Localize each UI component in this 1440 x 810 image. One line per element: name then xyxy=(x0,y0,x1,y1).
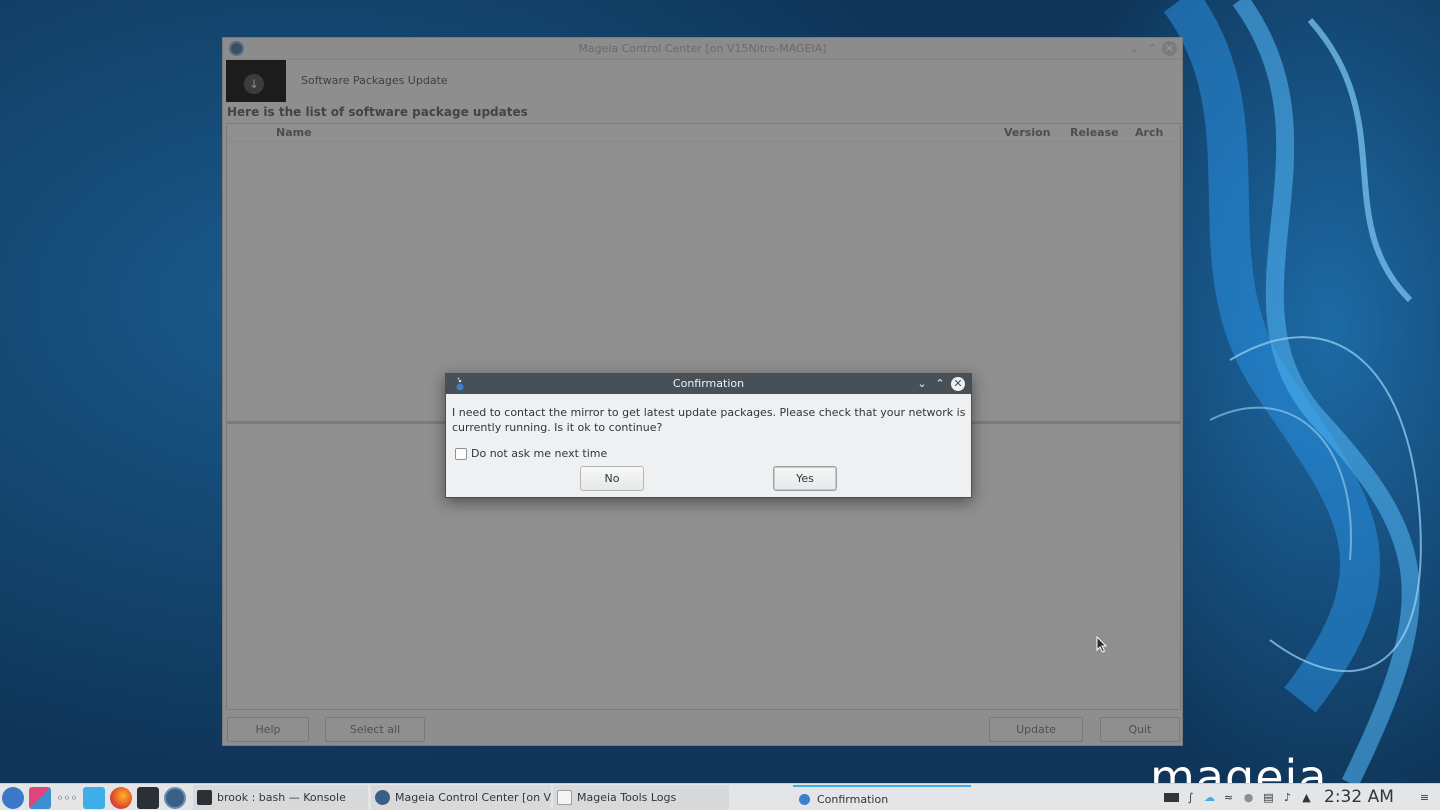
more-icon[interactable]: ◦◦◦ xyxy=(56,787,78,809)
task-label: Confirmation xyxy=(817,793,889,806)
task-mageia-tools-logs[interactable]: Mageia Tools Logs xyxy=(553,785,729,810)
quit-button[interactable]: Quit xyxy=(1100,717,1180,742)
mageia-menu-icon[interactable] xyxy=(2,787,24,809)
banner: ↓ Software Packages Update xyxy=(223,60,1182,102)
column-header-name[interactable]: Name xyxy=(276,126,312,139)
table-header: Name Version Release Arch xyxy=(227,124,1180,142)
task-confirmation[interactable]: Confirmation xyxy=(793,785,971,810)
dialog-title: Confirmation xyxy=(672,377,745,390)
dialog-maximize-icon[interactable]: ⌃ xyxy=(932,376,948,392)
tray-expand-icon[interactable]: ▲ xyxy=(1300,791,1313,804)
update-button[interactable]: Update xyxy=(989,717,1083,742)
terminal-icon xyxy=(197,790,212,805)
terminal-icon[interactable] xyxy=(137,787,159,809)
column-header-arch[interactable]: Arch xyxy=(1135,126,1163,139)
wifi-icon[interactable]: ≈ xyxy=(1222,791,1235,804)
mageia-control-center-icon xyxy=(375,790,390,805)
bluetooth-icon[interactable]: ∫ xyxy=(1184,791,1197,804)
control-center-icon[interactable] xyxy=(164,787,186,809)
task-label: Mageia Control Center [on V... xyxy=(395,791,551,804)
list-heading: Here is the list of software package upd… xyxy=(227,105,528,119)
column-header-release[interactable]: Release xyxy=(1070,126,1119,139)
dont-ask-again-checkbox[interactable] xyxy=(455,448,467,460)
download-banner-icon: ↓ xyxy=(226,60,294,102)
dialog-message: I need to contact the mirror to get late… xyxy=(452,406,966,434)
maximize-icon[interactable]: ⌃ xyxy=(1145,41,1160,56)
file-manager-icon[interactable] xyxy=(83,787,105,809)
panel-settings-icon[interactable]: ≡ xyxy=(1418,791,1431,804)
yes-button[interactable]: Yes xyxy=(773,466,837,491)
minimize-icon[interactable]: ⌄ xyxy=(1127,41,1142,56)
volume-icon[interactable]: ♪ xyxy=(1281,791,1294,804)
battery-icon[interactable] xyxy=(1164,793,1179,802)
dialog-minimize-icon[interactable]: ⌄ xyxy=(914,376,930,392)
mageia-dialog-icon xyxy=(799,794,810,805)
task-konsole[interactable]: brook : bash — Konsole xyxy=(193,785,368,810)
taskbar: ◦◦◦ brook : bash — Konsole Mageia Contro… xyxy=(0,783,1440,810)
mouse-cursor-icon xyxy=(1096,636,1108,653)
update-notifier-icon[interactable]: ☁ xyxy=(1203,791,1216,804)
main-titlebar: Mageia Control Center [on V15Nitro-MAGEI… xyxy=(223,38,1182,60)
select-all-button[interactable]: Select all xyxy=(325,717,425,742)
confirmation-dialog: Confirmation ⌄ ⌃ ✕ I need to contact the… xyxy=(445,373,972,498)
dont-ask-again-label[interactable]: Do not ask me next time xyxy=(471,447,607,460)
no-button[interactable]: No xyxy=(580,466,644,491)
task-label: brook : bash — Konsole xyxy=(217,791,346,804)
network-icon[interactable]: ● xyxy=(1242,791,1255,804)
task-mageia-control-center[interactable]: Mageia Control Center [on V... xyxy=(371,785,551,810)
close-icon[interactable]: ✕ xyxy=(1162,41,1177,56)
download-arrow-icon: ↓ xyxy=(244,74,264,94)
dialog-titlebar: Confirmation ⌄ ⌃ ✕ xyxy=(446,374,971,394)
mageia-logo: mageia xyxy=(1150,750,1328,783)
document-icon xyxy=(557,790,572,805)
help-button[interactable]: Help xyxy=(227,717,309,742)
clipboard-icon[interactable]: ▤ xyxy=(1262,791,1275,804)
banner-title: Software Packages Update xyxy=(301,74,448,87)
clock[interactable]: 2:32 AM xyxy=(1324,787,1394,807)
dialog-close-icon[interactable]: ✕ xyxy=(951,377,965,391)
firefox-icon[interactable] xyxy=(110,787,132,809)
task-label: Mageia Tools Logs xyxy=(577,791,677,804)
wallpaper-swirl-graphic xyxy=(1163,0,1422,783)
column-header-version[interactable]: Version xyxy=(1004,126,1051,139)
banner-pointer xyxy=(286,73,294,89)
main-window-title: Mageia Control Center [on V15Nitro-MAGEI… xyxy=(578,42,827,55)
desktop-icon[interactable] xyxy=(29,787,51,809)
